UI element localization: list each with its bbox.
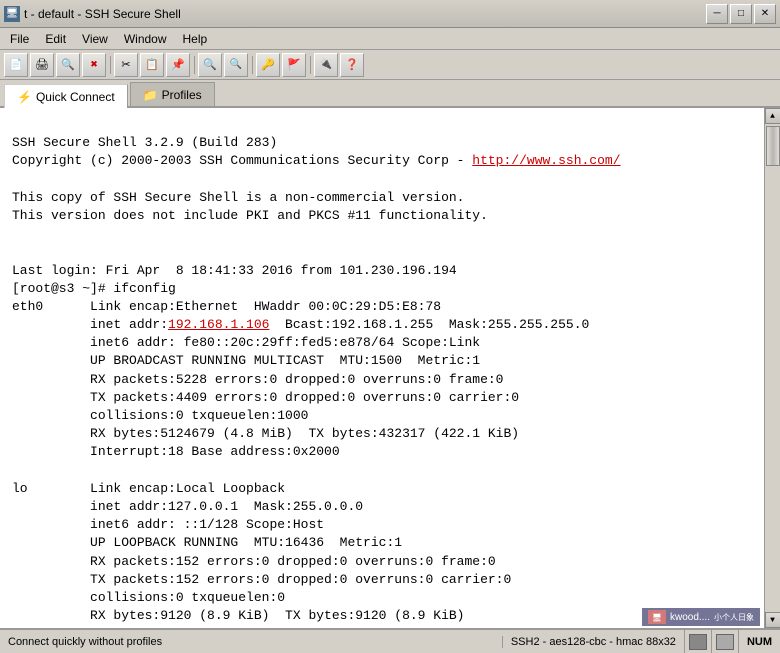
terminal-line-lo-up: UP LOOPBACK RUNNING MTU:16436 Metric:1 (12, 534, 752, 552)
menu-bar: File Edit View Window Help (0, 28, 780, 50)
terminal-line-lo-inet6: inet6 addr: ::1/128 Scope:Host (12, 516, 752, 534)
terminal-line-inet: inet addr:192.168.1.106 Bcast:192.168.1.… (12, 316, 752, 334)
status-cipher: SSH2 - aes128-cbc - hmac 88x32 (503, 630, 685, 653)
toolbar-paste[interactable]: 📌 (166, 53, 190, 77)
watermark-subtext: 小个人日象 (714, 612, 754, 623)
toolbar-search3[interactable]: 🔍 (224, 53, 248, 77)
status-label: Connect quickly without profiles (8, 636, 162, 648)
app-icon: 🖥 (4, 6, 20, 22)
toolbar-help[interactable]: ❓ (340, 53, 364, 77)
terminal-line-blank3 (12, 225, 752, 243)
cipher-label: SSH2 - aes128-cbc - hmac 88x32 (511, 636, 676, 648)
quick-connect-label: Quick Connect (36, 90, 115, 104)
toolbar-search2[interactable]: 🔍 (198, 53, 222, 77)
tab-bar: ⚡ Quick Connect 📁 Profiles (0, 80, 780, 108)
separator-4 (308, 53, 312, 77)
scroll-up-button[interactable]: ▲ (765, 108, 780, 124)
scroll-thumb[interactable] (766, 126, 780, 166)
toolbar-redflag[interactable]: 🚩 (282, 53, 306, 77)
scroll-track[interactable] (765, 124, 780, 612)
close-button[interactable]: ✕ (754, 4, 776, 24)
watermark-text: kwood.... (670, 612, 710, 623)
quick-connect-icon: ⚡ (17, 90, 32, 104)
status-lock-icon (689, 634, 707, 650)
profiles-icon: 📁 (143, 88, 158, 102)
terminal-line-lo: lo Link encap:Local Loopback (12, 480, 752, 498)
profiles-label: Profiles (162, 88, 202, 102)
status-icon1 (685, 630, 712, 653)
ip-address: 192.168.1.106 (168, 317, 269, 332)
menu-edit[interactable]: Edit (37, 30, 74, 48)
toolbar-red1[interactable]: ✖ (82, 53, 106, 77)
toolbar-key[interactable]: 🔑 (256, 53, 280, 77)
toolbar: 📄 🖨 🔍 ✖ ✂ 📋 📌 🔍 🔍 🔑 🚩 🔌 ❓ (0, 50, 780, 80)
watermark-box: 🖥 kwood.... 小个人日象 (642, 608, 760, 626)
terminal-line-lo-rx1: RX packets:152 errors:0 dropped:0 overru… (12, 553, 752, 571)
scroll-down-button[interactable]: ▼ (765, 612, 780, 628)
status-icon2 (712, 630, 739, 653)
terminal-line-eth0: eth0 Link encap:Ethernet HWaddr 00:0C:29… (12, 298, 752, 316)
terminal-line-lo-tx1: TX packets:152 errors:0 dropped:0 overru… (12, 571, 752, 589)
terminal-line-up: UP BROADCAST RUNNING MULTICAST MTU:1500 … (12, 352, 752, 370)
ssh-link[interactable]: http://www.ssh.com/ (472, 153, 620, 168)
toolbar-connect[interactable]: 🔌 (314, 53, 338, 77)
terminal-line-lo-coll: collisions:0 txqueuelen:0 (12, 589, 752, 607)
minimize-button[interactable]: ─ (706, 4, 728, 24)
maximize-button[interactable]: □ (730, 4, 752, 24)
terminal-line-lo-inet: inet addr:127.0.0.1 Mask:255.0.0.0 (12, 498, 752, 516)
terminal-line-copyright: Copyright (c) 2000-2003 SSH Communicatio… (12, 152, 752, 170)
terminal-line-blank1 (12, 116, 752, 134)
terminal-line-blank5 (12, 462, 752, 480)
terminal-line-nopki: This version does not include PKI and PK… (12, 207, 752, 225)
scrollbar[interactable]: ▲ ▼ (764, 108, 780, 628)
window-title: t - default - SSH Secure Shell (24, 7, 181, 21)
watermark: 🖥 kwood.... 小个人日象 (642, 608, 760, 626)
toolbar-cut[interactable]: ✂ (114, 53, 138, 77)
toolbar-new[interactable]: 📄 (4, 53, 28, 77)
main-content: SSH Secure Shell 3.2.9 (Build 283) Copyr… (0, 108, 780, 628)
tab-profiles[interactable]: 📁 Profiles (130, 82, 215, 106)
terminal-line-lastlogin: Last login: Fri Apr 8 18:41:33 2016 from… (12, 262, 752, 280)
watermark-icon: 🖥 (648, 610, 666, 624)
title-bar-buttons: ─ □ ✕ (706, 4, 776, 24)
status-num: NUM (739, 630, 780, 653)
menu-view[interactable]: View (74, 30, 116, 48)
toolbar-copy[interactable]: 📋 (140, 53, 164, 77)
terminal-line-blank2 (12, 171, 752, 189)
title-bar: 🖥 t - default - SSH Secure Shell ─ □ ✕ (0, 0, 780, 28)
status-key-icon (716, 634, 734, 650)
terminal-line-prompt1: [root@s3 ~]# ifconfig (12, 280, 752, 298)
terminal-line-rx1: RX packets:5228 errors:0 dropped:0 overr… (12, 371, 752, 389)
title-bar-left: 🖥 t - default - SSH Secure Shell (4, 6, 181, 22)
separator-3 (250, 53, 254, 77)
toolbar-print[interactable]: 🖨 (30, 53, 54, 77)
num-label: NUM (747, 636, 772, 648)
toolbar-search1[interactable]: 🔍 (56, 53, 80, 77)
terminal-line-version: SSH Secure Shell 3.2.9 (Build 283) (12, 134, 752, 152)
menu-help[interactable]: Help (175, 30, 216, 48)
separator-1 (108, 53, 112, 77)
terminal-line-coll1: collisions:0 txqueuelen:1000 (12, 407, 752, 425)
terminal-line-rxbytes1: RX bytes:5124679 (4.8 MiB) TX bytes:4323… (12, 425, 752, 443)
status-main-text: Connect quickly without profiles (0, 636, 503, 648)
terminal-line-blank4 (12, 243, 752, 261)
separator-2 (192, 53, 196, 77)
terminal-line-noncom: This copy of SSH Secure Shell is a non-c… (12, 189, 752, 207)
status-bar: Connect quickly without profiles SSH2 - … (0, 628, 780, 653)
terminal-line-tx1: TX packets:4409 errors:0 dropped:0 overr… (12, 389, 752, 407)
menu-window[interactable]: Window (116, 30, 175, 48)
terminal-line-inet6: inet6 addr: fe80::20c:29ff:fed5:e878/64 … (12, 334, 752, 352)
terminal-line-intr: Interrupt:18 Base address:0x2000 (12, 443, 752, 461)
tab-quick-connect[interactable]: ⚡ Quick Connect (4, 84, 128, 108)
terminal[interactable]: SSH Secure Shell 3.2.9 (Build 283) Copyr… (0, 108, 764, 628)
menu-file[interactable]: File (2, 30, 37, 48)
